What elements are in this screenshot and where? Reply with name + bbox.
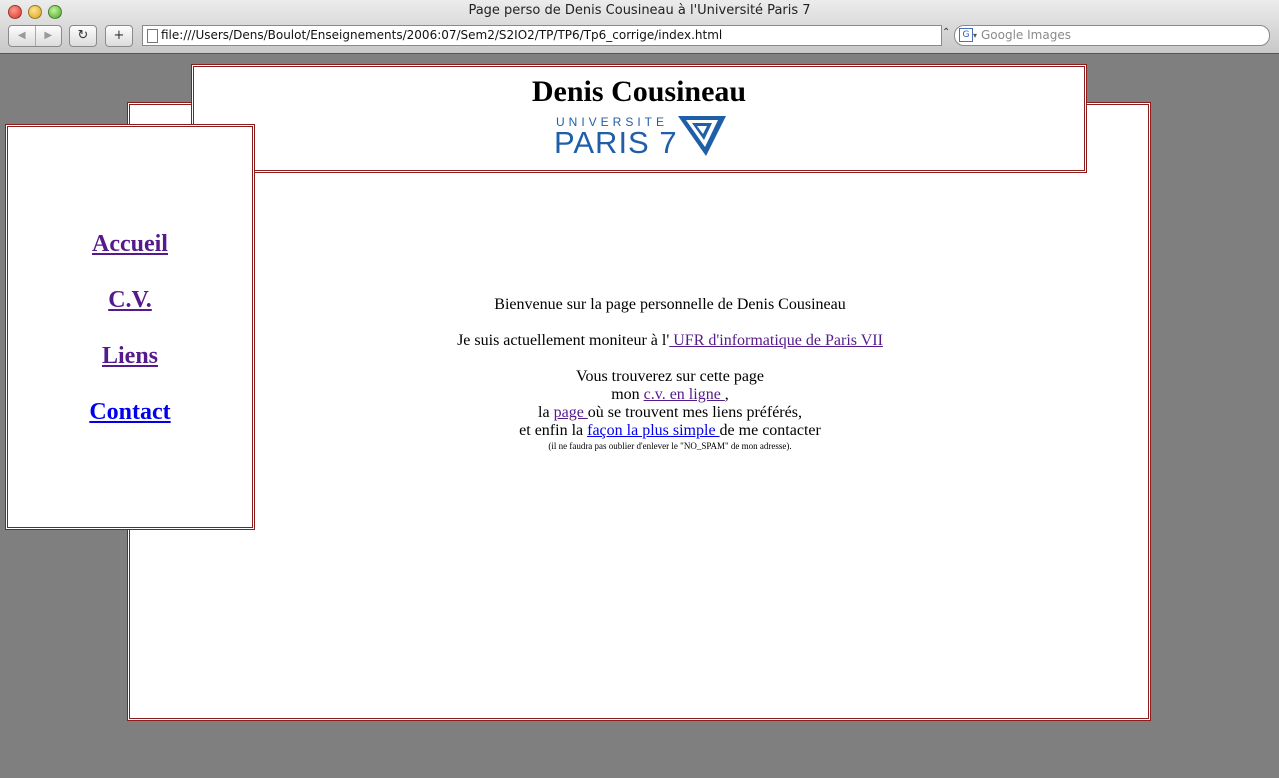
zoom-window-button[interactable]: [48, 5, 62, 19]
page-title: Denis Cousineau: [531, 75, 747, 108]
cv-link[interactable]: c.v. en ligne: [644, 386, 725, 403]
search-field[interactable]: G ▾ Google Images: [954, 25, 1270, 46]
enfin-text: et enfin la: [519, 422, 588, 439]
ufr-link[interactable]: UFR d'informatique de Paris VII: [669, 332, 883, 349]
browser-toolbar: Page perso de Denis Cousineau à l'Univer…: [0, 0, 1279, 54]
page-line: la page où se trouvent mes liens préféré…: [390, 404, 950, 422]
header-panel: Denis Cousineau UNIVERSITE PARIS 7: [191, 64, 1087, 173]
reload-button[interactable]: ↻: [69, 25, 97, 47]
university-logo: UNIVERSITE PARIS 7: [554, 115, 728, 163]
page-icon: [147, 29, 158, 43]
snapback-icon[interactable]: ⌃: [942, 27, 950, 38]
page-link[interactable]: page: [554, 404, 588, 421]
sidebar-link-cv[interactable]: C.V.: [8, 287, 252, 314]
contact-line: et enfin la façon la plus simple de me c…: [390, 422, 950, 440]
cv-suffix-text: ,: [724, 386, 729, 403]
sidebar-link-contact[interactable]: Contact: [8, 399, 252, 426]
address-text: file:///Users/Dens/Boulot/Enseignements/…: [161, 28, 723, 42]
window-title: Page perso de Denis Cousineau à l'Univer…: [468, 3, 811, 18]
add-bookmark-button[interactable]: +: [105, 25, 133, 47]
search-placeholder: Google Images: [981, 28, 1071, 42]
back-icon[interactable]: ◀: [9, 26, 35, 46]
paris7-logo-icon: [678, 116, 726, 156]
back-forward-buttons: ◀ ▶: [8, 25, 62, 47]
sidebar-link-liens[interactable]: Liens: [8, 343, 252, 370]
sidebar-panel: Accueil C.V. Liens Contact: [5, 124, 255, 530]
logo-text-paris7: PARIS 7: [554, 125, 678, 160]
moniteur-line: Je suis actuellement moniteur à l' UFR d…: [390, 332, 950, 350]
reload-icon: ↻: [77, 28, 89, 43]
sidebar-link-accueil[interactable]: Accueil: [8, 231, 252, 258]
la-text: la: [538, 404, 554, 421]
chevron-down-icon[interactable]: ▾: [973, 26, 977, 45]
welcome-text: Bienvenue sur la page personnelle de Den…: [494, 296, 846, 313]
contact-suffix-text: de me contacter: [719, 422, 821, 439]
spam-note: (il ne faudra pas oublier d'enlever le "…: [548, 441, 792, 451]
contact-link[interactable]: façon la plus simple: [587, 422, 719, 439]
close-window-button[interactable]: [8, 5, 22, 19]
moniteur-text: Je suis actuellement moniteur à l': [457, 332, 670, 349]
find-line: Vous trouverez sur cette page: [575, 368, 765, 385]
content-area: Bienvenue sur la page personnelle de Den…: [390, 296, 950, 452]
plus-icon: +: [113, 28, 125, 43]
forward-icon[interactable]: ▶: [34, 26, 62, 46]
minimize-window-button[interactable]: [28, 5, 42, 19]
cv-line: mon c.v. en ligne ,: [390, 386, 950, 404]
page-suffix-text: où se trouvent mes liens préférés,: [587, 404, 802, 421]
google-icon[interactable]: G: [959, 28, 973, 42]
mon-text: mon: [611, 386, 644, 403]
address-bar[interactable]: file:///Users/Dens/Boulot/Enseignements/…: [142, 25, 942, 46]
